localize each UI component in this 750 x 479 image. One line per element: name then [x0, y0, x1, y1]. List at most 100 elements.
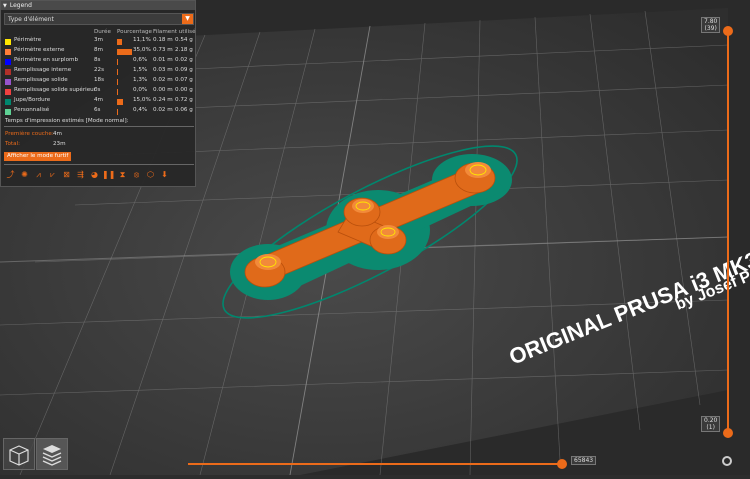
- feature-duration: 8s: [94, 57, 101, 63]
- layer-slider-bottom-value: 0.20 (1): [701, 416, 721, 432]
- layer-settings-icon[interactable]: [722, 456, 732, 466]
- feature-percentage: 0,0%: [133, 87, 148, 93]
- custom-gcode-icon[interactable]: ⧗: [116, 168, 129, 181]
- shells-icon[interactable]: ⬡: [144, 168, 157, 181]
- feature-length: 0.24 m: [153, 97, 173, 103]
- percentage-bar: [117, 49, 132, 55]
- feature-duration: 18s: [94, 77, 105, 83]
- feature-length: 0.03 m: [153, 67, 173, 73]
- deretractions-icon[interactable]: ⩗: [46, 168, 59, 181]
- percentage-bar: [117, 89, 118, 95]
- first-layer-value: 4m: [53, 131, 63, 137]
- feature-duration: 0s: [94, 87, 101, 93]
- first-layer-label: Première couche:: [5, 131, 54, 137]
- layer-slider-bottom-handle[interactable]: [723, 428, 733, 438]
- chevron-down-icon[interactable]: ▼: [182, 14, 193, 24]
- move-slider-track[interactable]: [188, 463, 563, 465]
- view-type-value: Type d'élément: [8, 15, 54, 23]
- tool-marker-icon[interactable]: ⬇: [158, 168, 171, 181]
- tool-changes-icon[interactable]: ⇶: [74, 168, 87, 181]
- color-changes-icon[interactable]: ◕: [88, 168, 101, 181]
- percentage-bar: [117, 59, 118, 65]
- percentage-bar: [117, 39, 122, 45]
- feature-length: 0.02 m: [153, 77, 173, 83]
- feature-name: Périmètre: [14, 37, 42, 43]
- legend-color-swatch: [5, 109, 11, 115]
- stealth-mode-button[interactable]: Afficher le mode furtif: [4, 152, 72, 161]
- legend-row[interactable]: Périmètre externe 8m 35,0% 0.73 m 2.18 g: [1, 47, 197, 57]
- legend-separator-2: [4, 164, 194, 165]
- visibility-toolbar: ⤴ ✺ ⩘ ⩗ ⊠ ⇶ ◕ ❚❚ ⧗ ⦻ ⬡ ⬇: [4, 168, 194, 182]
- feature-weight: 0.54 g: [175, 37, 193, 43]
- col-header-duration: Durée: [94, 29, 111, 35]
- feature-percentage: 1,5%: [133, 67, 148, 73]
- legend-row[interactable]: Personnalisé 6s 0,4% 0.02 m 0.06 g: [1, 107, 197, 117]
- col-header-filament: Filament utilisé: [153, 29, 196, 35]
- feature-length: 0.01 m: [153, 57, 173, 63]
- total-value: 23m: [53, 141, 66, 147]
- percentage-bar: [117, 99, 123, 105]
- feature-weight: 0.09 g: [175, 67, 193, 73]
- 3d-view-button[interactable]: [3, 438, 35, 470]
- feature-percentage: 1,3%: [133, 77, 148, 83]
- col-header-percentage: Pourcentage: [117, 29, 152, 35]
- legend-color-swatch: [5, 69, 11, 75]
- top-height: 7.80: [704, 18, 718, 25]
- legend-row[interactable]: Remplissage interne 22s 1,5% 0.03 m 0.09 g: [1, 67, 197, 77]
- legend-color-swatch: [5, 99, 11, 105]
- legend-color-swatch: [5, 89, 11, 95]
- feature-weight: 2.18 g: [175, 47, 193, 53]
- feature-name: Personnalisé: [14, 107, 50, 113]
- bottom-layer-number: (1): [706, 424, 715, 431]
- preview-button[interactable]: [36, 438, 68, 470]
- pause-icon[interactable]: ❚❚: [102, 168, 115, 181]
- legend-color-swatch: [5, 59, 11, 65]
- feature-percentage: 0,6%: [133, 57, 148, 63]
- travel-icon[interactable]: ⤴: [4, 168, 17, 181]
- legend-color-swatch: [5, 79, 11, 85]
- feature-weight: 0.07 g: [175, 77, 193, 83]
- feature-length: 0.02 m: [153, 107, 173, 113]
- layer-slider-top-value: 7.80 (39): [701, 17, 721, 33]
- top-layer-number: (39): [704, 25, 717, 32]
- feature-length: 0.00 m: [153, 87, 173, 93]
- move-slider-handle[interactable]: [557, 459, 567, 469]
- feature-percentage: 0,4%: [133, 107, 148, 113]
- view-type-combo[interactable]: Type d'élément ▼: [4, 13, 194, 25]
- legend-row[interactable]: Périmètre en surplomb 8s 0,6% 0.01 m 0.02 g: [1, 57, 197, 67]
- feature-weight: 0.02 g: [175, 57, 193, 63]
- collapse-triangle-icon[interactable]: ▼: [3, 3, 7, 9]
- feature-length: 0.73 m: [153, 47, 173, 53]
- feature-percentage: 35,0%: [133, 47, 151, 53]
- legend-titlebar[interactable]: ▼ Legend: [1, 1, 195, 10]
- feature-duration: 22s: [94, 67, 105, 73]
- bottom-height: 0.20: [704, 417, 718, 424]
- feature-length: 0.18 m: [153, 37, 173, 43]
- percentage-bar: [117, 109, 118, 115]
- center-of-gravity-icon[interactable]: ⦻: [130, 168, 143, 181]
- layer-slider-top-handle[interactable]: [723, 26, 733, 36]
- total-label: Total:: [5, 141, 20, 147]
- estimated-time-label: Temps d'impression estimés [Mode normal]…: [5, 118, 129, 124]
- legend-row[interactable]: Remplissage solide 18s 1,3% 0.02 m 0.07 g: [1, 77, 197, 87]
- wipe-icon[interactable]: ✺: [18, 168, 31, 181]
- legend-panel: ▼ Legend Type d'élément ▼ Durée Pourcent…: [0, 0, 196, 187]
- feature-weight: 0.72 g: [175, 97, 193, 103]
- cube-icon: [9, 445, 29, 466]
- feature-percentage: 15,0%: [133, 97, 151, 103]
- legend-color-swatch: [5, 49, 11, 55]
- seams-icon[interactable]: ⊠: [60, 168, 73, 181]
- move-slider-value: 65843: [571, 456, 597, 465]
- legend-row[interactable]: Remplissage solide supérieur 0s 0,0% 0.00 m…: [1, 87, 197, 97]
- layers-icon: [42, 445, 62, 466]
- retractions-icon[interactable]: ⩘: [32, 168, 45, 181]
- feature-weight: 0.06 g: [175, 107, 193, 113]
- legend-row[interactable]: Périmètre 3m 11,1% 0.18 m 0.54 g: [1, 37, 197, 47]
- percentage-bar: [117, 79, 118, 85]
- layer-slider-track[interactable]: [727, 30, 729, 434]
- legend-row[interactable]: Jupe/Bordure 4m 15,0% 0.24 m 0.72 g: [1, 97, 197, 107]
- legend-color-swatch: [5, 39, 11, 45]
- feature-duration: 8m: [94, 47, 104, 53]
- feature-name: Remplissage solide supérieur: [14, 87, 97, 93]
- feature-duration: 6s: [94, 107, 101, 113]
